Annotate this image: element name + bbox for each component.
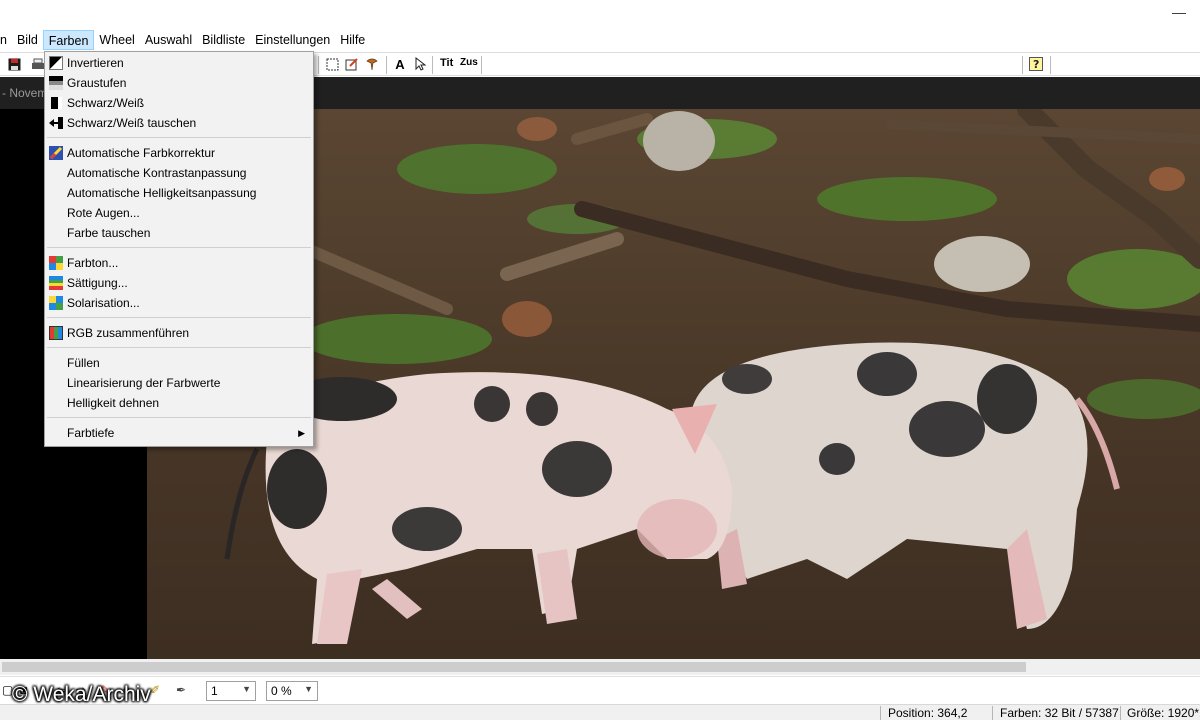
chevron-down-icon: ▼ xyxy=(304,684,313,694)
menu-item-solarisation[interactable]: Solarisation... xyxy=(45,293,313,313)
status-separator xyxy=(1120,706,1121,720)
menu-item-invertieren[interactable]: Invertieren xyxy=(45,53,313,73)
menu-item-farbton[interactable]: Farbton... xyxy=(45,253,313,273)
title-button[interactable]: Tit xyxy=(440,57,453,69)
toolbar-separator xyxy=(481,56,482,74)
save-icon[interactable] xyxy=(6,56,22,72)
menu-item-label: Invertieren xyxy=(67,56,124,70)
bottom-toolbar: ▢ ◙ ⇦ ⇨ ✎ ◈ ✐ ✒ 1 ▼ 0 % ▼ xyxy=(0,676,1200,704)
menu-item-auto-farbkorrektur[interactable]: Automatische Farbkorrektur xyxy=(45,143,313,163)
opacity-value: 0 % xyxy=(271,684,292,698)
menu-item-label: Farbe tauschen xyxy=(67,226,151,240)
line-width-value: 1 xyxy=(211,684,218,698)
menu-item-rote-augen[interactable]: Rote Augen... xyxy=(45,203,313,223)
menu-item-linearisierung[interactable]: Linearisierung der Farbwerte xyxy=(45,373,313,393)
menu-item-label: Füllen xyxy=(67,356,100,370)
menu-item-label: Schwarz/Weiß tauschen xyxy=(67,116,197,130)
paint-icon[interactable] xyxy=(344,56,360,72)
menu-separator xyxy=(47,317,311,318)
status-size: Größe: 1920*1 xyxy=(1127,706,1200,720)
text-tool-icon[interactable]: A xyxy=(392,56,408,72)
menu-separator xyxy=(47,137,311,138)
menu-item-graustufen[interactable]: Graustufen xyxy=(45,73,313,93)
irfanview-window: — n Bild Farben Wheel Auswahl Bildliste … xyxy=(0,0,1200,720)
menu-item-auto-helligkeit[interactable]: Automatische Helligkeitsanpassung xyxy=(45,183,313,203)
brush-icon[interactable] xyxy=(364,56,380,72)
menu-hilfe[interactable]: Hilfe xyxy=(335,30,370,50)
marker-icon[interactable]: ✐ xyxy=(150,683,160,697)
status-bar: Position: 364,2 Farben: 32 Bit / 57387 G… xyxy=(0,704,1200,720)
menu-item-farbe-tauschen[interactable]: Farbe tauschen xyxy=(45,223,313,243)
cursor-icon[interactable] xyxy=(412,56,428,72)
menu-item-label: Sättigung... xyxy=(67,276,128,290)
menu-separator xyxy=(47,347,311,348)
menu-item-label: Automatische Kontrastanpassung xyxy=(67,166,247,180)
hue-icon xyxy=(49,256,63,270)
help-icon[interactable]: ? xyxy=(1028,56,1044,72)
farben-dropdown-menu: Invertieren Graustufen Schwarz/Weiß Schw… xyxy=(44,51,314,447)
menu-item-auto-kontrast[interactable]: Automatische Kontrastanpassung xyxy=(45,163,313,183)
zus-button[interactable]: Zus xyxy=(460,57,478,68)
window-title: - Novem xyxy=(2,86,48,100)
menu-item-helligkeit-dehnen[interactable]: Helligkeit dehnen xyxy=(45,393,313,413)
menu-item-rgb-zusammenfuehren[interactable]: RGB zusammenführen xyxy=(45,323,313,343)
menu-item-label: Schwarz/Weiß xyxy=(67,96,145,110)
menu-item-label: Automatische Farbkorrektur xyxy=(67,146,216,160)
menu-separator xyxy=(47,417,311,418)
status-colors: Farben: 32 Bit / 57387 xyxy=(1000,706,1119,720)
minimize-icon[interactable]: — xyxy=(1172,4,1186,20)
scrollbar-thumb[interactable] xyxy=(2,662,1026,672)
menu-item-schwarz-weiss[interactable]: Schwarz/Weiß xyxy=(45,93,313,113)
menu-item-label: Farbtiefe xyxy=(67,426,115,440)
svg-text:?: ? xyxy=(1033,58,1039,71)
menu-item-label: Graustufen xyxy=(67,76,127,90)
black-white-icon xyxy=(51,97,62,109)
menu-item-label: Farbton... xyxy=(67,256,119,270)
toolbar-separator xyxy=(1022,56,1023,74)
menu-item-label: Automatische Helligkeitsanpassung xyxy=(67,186,257,200)
menu-item-fuellen[interactable]: Füllen xyxy=(45,353,313,373)
toolbar-separator xyxy=(432,56,433,74)
line-width-select[interactable]: 1 ▼ xyxy=(206,681,256,701)
saturation-icon xyxy=(49,276,63,290)
status-separator xyxy=(880,706,881,720)
toolbar-separator xyxy=(386,56,387,74)
menu-partial-item[interactable]: n xyxy=(0,30,12,50)
selection-rect-icon[interactable] xyxy=(324,56,340,72)
grayscale-icon xyxy=(49,76,63,90)
menu-wheel[interactable]: Wheel xyxy=(94,30,139,50)
menu-item-label: Helligkeit dehnen xyxy=(67,396,160,410)
menu-farben[interactable]: Farben xyxy=(42,30,95,50)
menu-bar: n Bild Farben Wheel Auswahl Bildliste Ei… xyxy=(0,29,1200,51)
menu-item-saettigung[interactable]: Sättigung... xyxy=(45,273,313,293)
menu-bild[interactable]: Bild xyxy=(12,30,43,50)
solarization-icon xyxy=(49,296,63,310)
swap-colors-icon xyxy=(49,117,63,129)
invert-icon xyxy=(49,56,63,70)
menu-item-label: Linearisierung der Farbwerte xyxy=(67,376,221,390)
menu-einstellungen[interactable]: Einstellungen xyxy=(250,30,335,50)
menu-auswahl[interactable]: Auswahl xyxy=(140,30,197,50)
menu-item-label: Solarisation... xyxy=(67,296,140,310)
horizontal-scrollbar[interactable] xyxy=(0,659,1200,675)
eyedropper-icon[interactable]: ✒ xyxy=(176,683,186,697)
menu-item-label: Rote Augen... xyxy=(67,206,140,220)
submenu-arrow-icon: ▶ xyxy=(298,428,305,438)
rgb-merge-icon xyxy=(49,326,63,340)
opacity-select[interactable]: 0 % ▼ xyxy=(266,681,318,701)
menu-item-label: RGB zusammenführen xyxy=(67,326,190,340)
menu-item-farbtiefe[interactable]: Farbtiefe ▶ xyxy=(45,423,313,443)
menu-item-schwarz-weiss-tauschen[interactable]: Schwarz/Weiß tauschen xyxy=(45,113,313,133)
chevron-down-icon: ▼ xyxy=(242,684,251,694)
status-separator xyxy=(992,706,993,720)
toolbar-separator xyxy=(1050,56,1051,74)
menu-separator xyxy=(47,247,311,248)
menu-bildliste[interactable]: Bildliste xyxy=(197,30,250,50)
auto-color-icon xyxy=(49,146,63,160)
title-bar: — xyxy=(0,0,1200,28)
status-position: Position: 364,2 xyxy=(888,706,968,720)
toolbar-separator xyxy=(318,56,319,74)
